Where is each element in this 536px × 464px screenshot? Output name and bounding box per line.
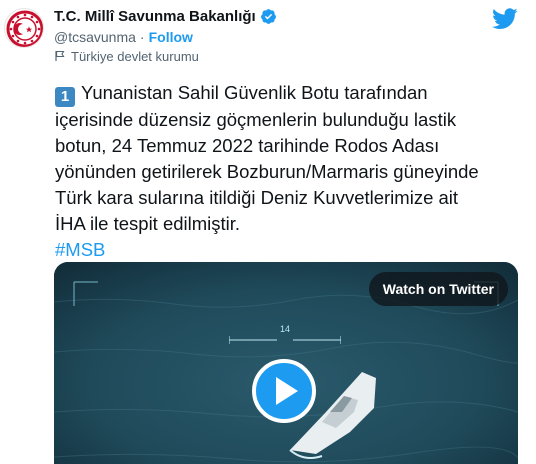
name-row: T.C. Millî Savunma Bakanlığı [54,6,536,26]
hashtag-link[interactable]: #MSB [55,237,525,263]
verified-badge-icon [260,8,276,24]
video-player[interactable]: 14 Watch on Twitter [54,262,518,464]
tweet-line: botun, 24 Temmuz 2022 tarihinde Rodos Ad… [55,135,440,156]
tweet-header: T.C. Millî Savunma Bakanlığı @tcsavunma … [54,6,536,64]
keycap-emoji: 1 [55,87,75,107]
play-icon [276,377,298,405]
follow-button[interactable]: Follow [149,29,193,45]
twitter-bird-icon[interactable] [492,8,518,30]
tweet-line: İHA ile tespit edilmiştir. [55,213,241,234]
tweet-line: 1 Yunanistan Sahil Güvenlik Botu tarafınd… [55,80,525,107]
tweet-line: içerisinde düzensiz göçmenlerin bulunduğ… [55,109,457,130]
tweet-text: 1 Yunanistan Sahil Güvenlik Botu tarafınd… [55,80,525,263]
play-button[interactable] [252,359,316,423]
tweet-line: Türk kara sularına itildiği Deniz Kuvvet… [55,187,459,208]
tweet-embed-card: T.C. Millî Savunma Bakanlığı @tcsavunma … [0,0,536,464]
account-name[interactable]: T.C. Millî Savunma Bakanlığı [54,8,256,25]
tweet-line: yönünden getirilerek Bozburun/Marmaris g… [55,161,479,182]
handle-row: @tcsavunma · Follow [54,27,536,47]
hud-number: 14 [280,324,291,334]
account-label-text: Türkiye devlet kurumu [71,48,199,64]
ministry-seal-icon [6,10,43,47]
account-handle[interactable]: @tcsavunma [54,29,136,45]
separator: · [139,29,145,45]
avatar[interactable] [4,8,44,48]
account-label: Türkiye devlet kurumu [54,48,536,64]
tweet-line-text: Yunanistan Sahil Güvenlik Botu tarafında… [81,82,428,103]
flag-icon [55,50,65,61]
watch-on-twitter-button[interactable]: Watch on Twitter [368,272,508,306]
